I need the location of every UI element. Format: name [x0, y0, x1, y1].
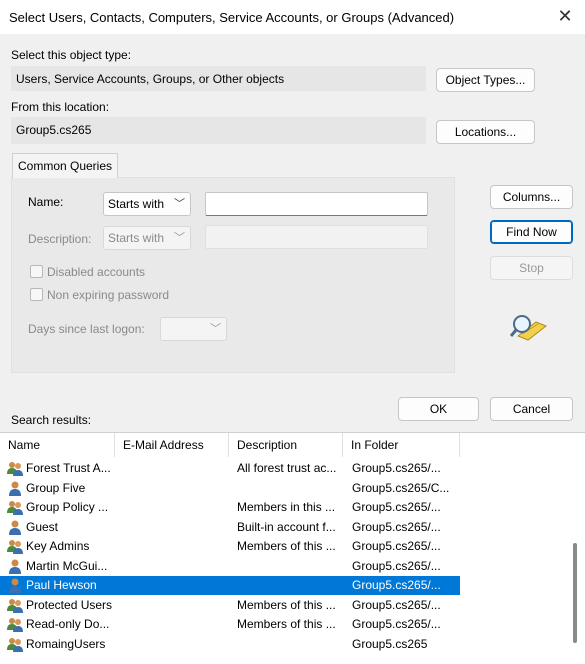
search-magnifier-icon [510, 315, 547, 341]
search-results-label: Search results: [11, 413, 92, 427]
description-mode-select[interactable]: Starts with ﹀ [103, 226, 191, 250]
table-row[interactable]: Read-only Do... Members of this ... Group5… [0, 615, 460, 634]
table-row[interactable]: Group Five Group5.cs265/C... [0, 479, 460, 498]
cell-folder: Group5.cs265/... [352, 578, 441, 592]
group-icon [7, 460, 23, 476]
table-row[interactable]: Paul Hewson Group5.cs265/... [0, 576, 460, 595]
name-mode-value: Starts with [108, 197, 165, 211]
cell-folder: Group5.cs265/... [352, 461, 441, 475]
cell-name: Key Admins [26, 539, 90, 553]
column-header-folder[interactable]: In Folder [343, 433, 460, 457]
table-row[interactable]: Forest Trust A... All forest trust ac... G… [0, 459, 460, 478]
user-icon [7, 577, 23, 593]
group-icon [7, 597, 23, 613]
cell-name: Paul Hewson [26, 578, 97, 592]
cell-name: RomaingUsers [26, 636, 106, 651]
days-since-logon-select[interactable]: ﹀ [160, 317, 227, 341]
chevron-down-icon: ﹀ [174, 232, 185, 244]
user-icon [7, 480, 23, 496]
cell-folder: Group5.cs265/... [352, 617, 441, 631]
table-row[interactable]: Key Admins Members of this ... Group5.cs26… [0, 537, 460, 556]
column-header-description[interactable]: Description [229, 433, 343, 457]
cell-folder: Group5.cs265/C... [352, 480, 450, 495]
chevron-down-icon: ﹀ [210, 323, 221, 335]
cell-name: Read-only Do... [26, 617, 110, 631]
search-results-list[interactable]: Name E-Mail Address Description In Folde… [0, 432, 585, 664]
cell-description: All forest trust ac... [237, 461, 337, 475]
name-mode-select[interactable]: Starts with ﹀ [103, 192, 191, 216]
window-title: Select Users, Contacts, Computers, Servi… [9, 10, 455, 25]
title-bar: Select Users, Contacts, Computers, Servi… [0, 0, 585, 34]
cell-description: Members of this ... [237, 597, 336, 612]
column-header-email[interactable]: E-Mail Address [115, 433, 229, 457]
cell-name: Guest [26, 519, 59, 534]
group-icon [7, 636, 23, 652]
table-row[interactable]: RomaingUsers Group5.cs265 [0, 635, 460, 654]
ok-button[interactable]: OK [398, 397, 479, 421]
user-icon [7, 558, 23, 574]
location-value: Group5.cs265 [16, 123, 92, 137]
disabled-accounts-label: Disabled accounts [47, 265, 146, 279]
cell-folder: Group5.cs265/... [352, 500, 441, 514]
location-field: Group5.cs265 [11, 117, 426, 144]
close-icon[interactable]: ✕ [555, 6, 575, 27]
cancel-button[interactable]: Cancel [490, 397, 573, 421]
object-type-value: Users, Service Accounts, Groups, or Othe… [16, 72, 285, 86]
cell-name: Group Policy ... [26, 500, 109, 514]
cell-folder: Group5.cs265 [352, 636, 428, 651]
tab-common-queries[interactable]: Common Queries [12, 153, 118, 178]
cell-folder: Group5.cs265/... [352, 558, 441, 573]
description-label: Description: [28, 232, 92, 246]
table-row[interactable]: Group Policy ... Members in this ... Group… [0, 498, 460, 517]
object-type-label: Select this object type: [11, 48, 132, 62]
days-since-logon-label: Days since last logon: [28, 322, 145, 336]
cell-description: Members of this ... [237, 617, 336, 631]
non-expiring-label: Non expiring password [47, 288, 170, 302]
description-mode-value: Starts with [108, 231, 165, 245]
cell-folder: Group5.cs265/... [352, 519, 441, 534]
group-icon [7, 616, 23, 632]
columns-button[interactable]: Columns... [490, 185, 573, 209]
disabled-accounts-checkbox[interactable] [30, 265, 43, 278]
name-label: Name: [28, 195, 64, 209]
chevron-down-icon: ﹀ [174, 198, 185, 210]
location-label: From this location: [11, 100, 110, 114]
stop-button[interactable]: Stop [490, 256, 573, 280]
cell-folder: Group5.cs265/... [352, 597, 441, 612]
non-expiring-checkbox[interactable] [30, 288, 43, 301]
find-now-button[interactable]: Find Now [490, 220, 573, 244]
column-header-name[interactable]: Name [0, 433, 115, 457]
user-icon [7, 519, 23, 535]
cell-description: Built-in account f... [237, 519, 336, 534]
scrollbar-thumb[interactable] [573, 543, 577, 643]
cell-name: Forest Trust A... [26, 461, 111, 475]
object-type-field: Users, Service Accounts, Groups, or Othe… [11, 66, 426, 91]
table-row[interactable]: Protected Users Members of this ... Group5… [0, 596, 460, 615]
table-row[interactable]: Guest Built-in account f... Group5.cs265/.… [0, 518, 460, 537]
select-users-dialog: Select Users, Contacts, Computers, Servi… [0, 0, 585, 664]
name-input[interactable] [205, 192, 428, 216]
object-types-button[interactable]: Object Types... [436, 68, 535, 92]
cell-name: Martin McGui... [26, 558, 108, 573]
cell-name: Protected Users [26, 597, 113, 612]
cell-description: Members of this ... [237, 539, 336, 553]
group-icon [7, 499, 23, 515]
cell-description: Members in this ... [237, 500, 336, 514]
cell-folder: Group5.cs265/... [352, 539, 441, 553]
description-input[interactable] [205, 225, 428, 249]
table-row[interactable]: Martin McGui... Group5.cs265/... [0, 557, 460, 576]
locations-button[interactable]: Locations... [436, 120, 535, 144]
cell-name: Group Five [26, 480, 86, 495]
group-icon [7, 538, 23, 554]
